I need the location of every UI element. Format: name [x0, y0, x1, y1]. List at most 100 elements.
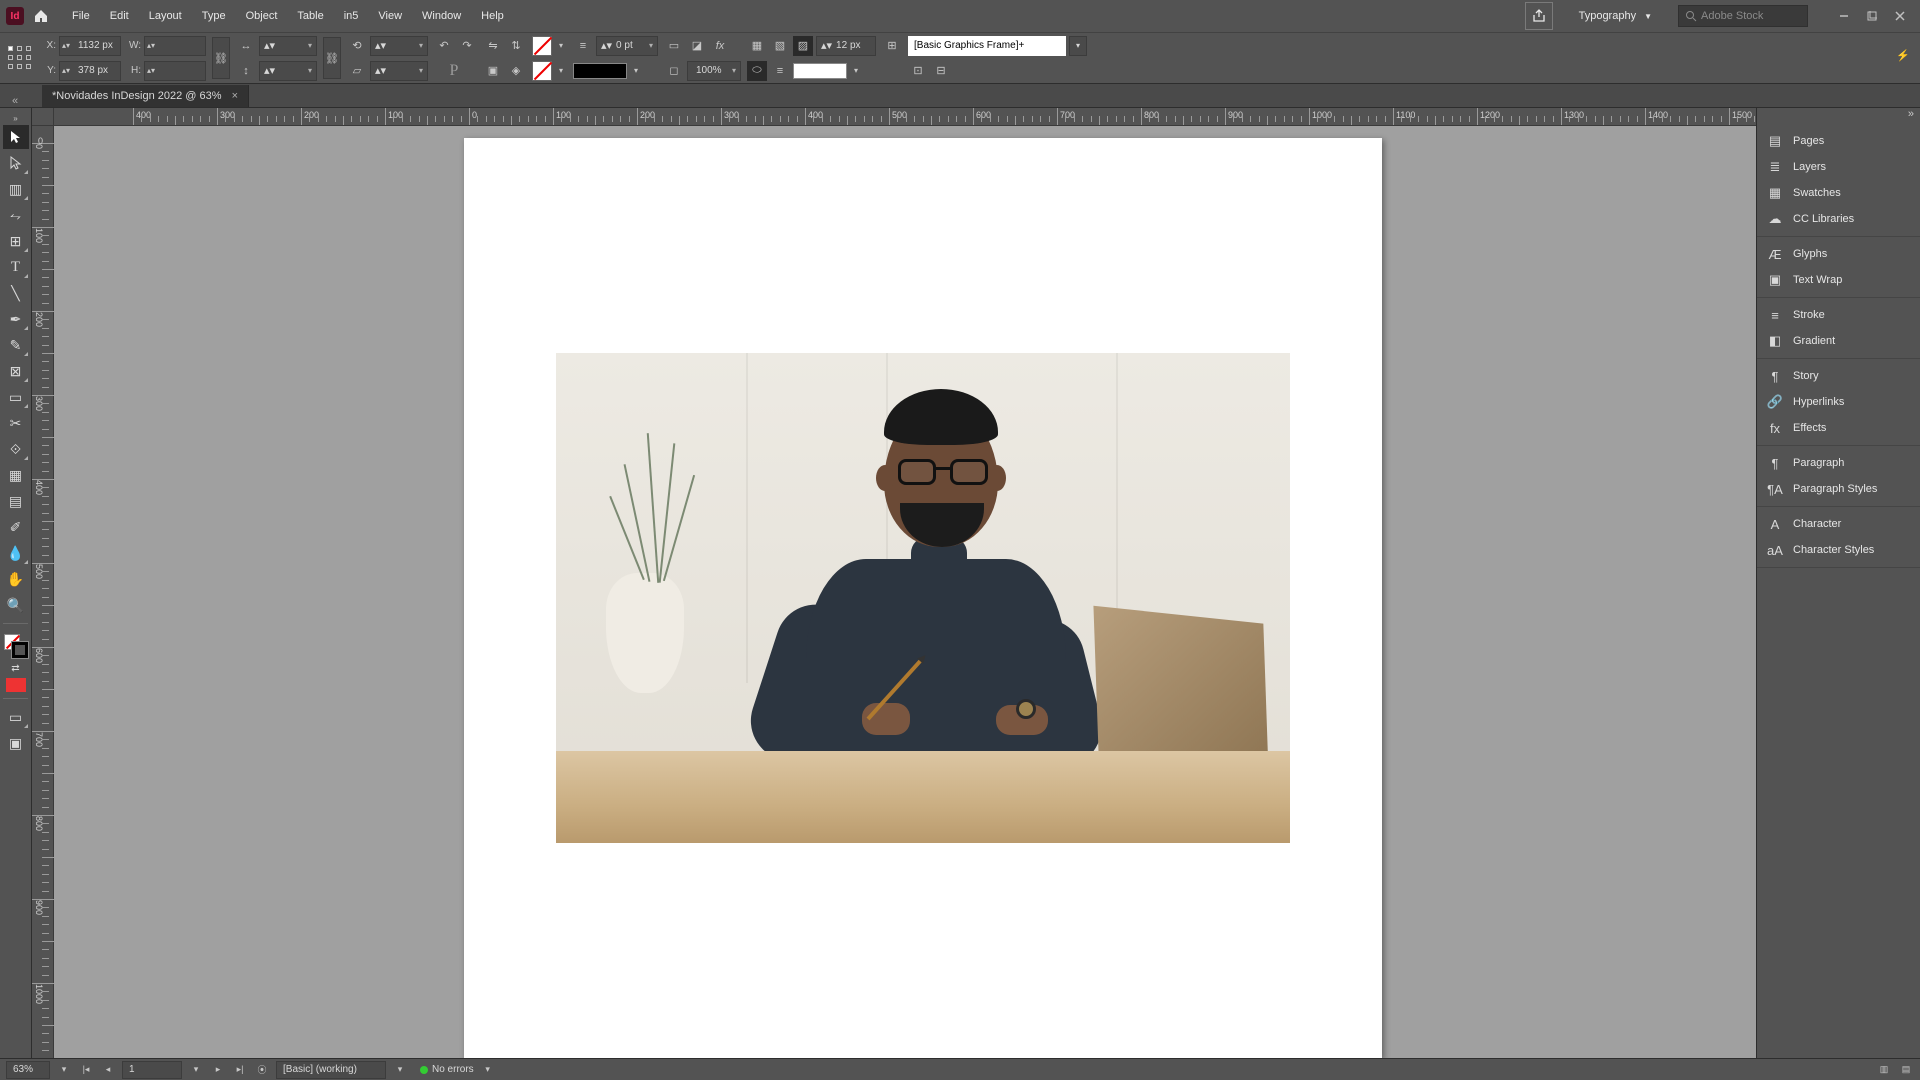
x-field[interactable]: ▴▾1132 px [59, 36, 121, 56]
panel-swatches[interactable]: ▦Swatches [1757, 180, 1920, 206]
gradient-feather-tool[interactable]: ▤ [3, 489, 29, 513]
scale-x-field[interactable]: ▴▾▾ [259, 36, 317, 56]
menu-layout[interactable]: Layout [139, 0, 192, 32]
share-icon[interactable] [1525, 2, 1553, 30]
panel-character-styles[interactable]: aACharacter Styles [1757, 537, 1920, 563]
gap-tool[interactable]: ⥊ [3, 203, 29, 227]
fx-icon[interactable]: fx [710, 36, 730, 56]
panel-layers[interactable]: ≣Layers [1757, 154, 1920, 180]
type-tool[interactable]: T [3, 255, 29, 279]
rotate-ccw-icon[interactable]: ↶ [434, 36, 454, 56]
preflight-dropdown-icon[interactable]: ▾ [480, 1062, 496, 1078]
fill-stroke-widget[interactable] [4, 634, 28, 658]
panel-glyphs[interactable]: ÆGlyphs [1757, 241, 1920, 267]
last-page-icon[interactable]: ▸| [232, 1062, 248, 1078]
profile-field[interactable]: [Basic] (working) [276, 1061, 386, 1079]
maximize-button[interactable] [1858, 5, 1886, 27]
selection-tool[interactable] [3, 125, 29, 149]
opacity-field[interactable]: 100%▾ [687, 61, 741, 81]
gradient-swatch-tool[interactable]: ▦ [3, 463, 29, 487]
constrain-wh-icon[interactable]: ⛓ [212, 37, 230, 79]
document-tab[interactable]: *Novidades InDesign 2022 @ 63% × [42, 85, 249, 107]
panel-paragraph-styles[interactable]: ¶AParagraph Styles [1757, 476, 1920, 502]
menu-in5[interactable]: in5 [334, 0, 369, 32]
shear-field[interactable]: ▴▾▾ [370, 61, 428, 81]
page-tool[interactable]: ▥ [3, 177, 29, 201]
stroke-style-icon[interactable] [573, 63, 627, 79]
prev-page-icon[interactable]: ◂ [100, 1062, 116, 1078]
align-area-icon[interactable]: ≡ [770, 61, 790, 81]
rectangle-frame-tool[interactable]: ⊠ [3, 359, 29, 383]
clear-transform-icon[interactable]: P [434, 61, 474, 81]
home-icon[interactable] [30, 5, 52, 27]
fill-dropdown-icon[interactable]: ▾ [555, 36, 567, 56]
wrap-bbox-icon[interactable]: ▧ [770, 36, 790, 56]
opacity-target-icon[interactable]: ◻ [664, 61, 684, 81]
stroke-dropdown-icon[interactable]: ▾ [555, 61, 567, 81]
corner-options-icon[interactable]: ⬭ [747, 61, 767, 81]
y-field[interactable]: ▴▾378 px [59, 61, 121, 81]
menu-window[interactable]: Window [412, 0, 471, 32]
first-page-icon[interactable]: |◂ [78, 1062, 94, 1078]
gradient-feather-dropdown-icon[interactable]: ▾ [850, 61, 862, 81]
menu-view[interactable]: View [368, 0, 412, 32]
tab-scroll-left-icon[interactable]: « [6, 95, 24, 107]
drop-shadow-icon[interactable]: ◪ [687, 36, 707, 56]
align-dialog-icon[interactable]: ⊞ [882, 36, 902, 56]
close-tab-icon[interactable]: × [232, 90, 238, 102]
zoom-field[interactable]: 63% [6, 1061, 50, 1079]
hand-tool[interactable]: ✋ [3, 567, 29, 591]
panel-character[interactable]: ACharacter [1757, 511, 1920, 537]
menu-edit[interactable]: Edit [100, 0, 139, 32]
vertical-ruler[interactable]: 01002003004005006007008009001000 [32, 126, 54, 1058]
eyedropper-tool[interactable]: 💧 [3, 541, 29, 565]
constrain-scale-icon[interactable]: ⛓ [323, 37, 341, 79]
page-dropdown-icon[interactable]: ▾ [188, 1062, 204, 1078]
select-container-icon[interactable]: ▣ [483, 61, 503, 81]
apply-color-icon[interactable] [6, 678, 26, 692]
open-nav-icon[interactable]: ⦿ [254, 1062, 270, 1078]
placed-image[interactable] [556, 353, 1290, 843]
rotate-cw-icon[interactable]: ↷ [457, 36, 477, 56]
page[interactable] [464, 138, 1382, 1058]
wrap-shape-icon[interactable]: ▨ [793, 36, 813, 56]
scissors-tool[interactable]: ✂ [3, 411, 29, 435]
free-transform-tool[interactable]: ⟐ [3, 437, 29, 461]
reference-point[interactable] [8, 46, 32, 70]
wrap-offset-field[interactable]: ▴▾12 px [816, 36, 876, 56]
swap-fill-stroke-icon[interactable]: ⇄ [3, 660, 29, 676]
view-switch-2-icon[interactable]: ▤ [1898, 1062, 1914, 1078]
panel-hyperlinks[interactable]: 🔗Hyperlinks [1757, 389, 1920, 415]
flip-h-icon[interactable]: ⇋ [483, 36, 503, 56]
minimize-button[interactable] [1830, 5, 1858, 27]
menu-table[interactable]: Table [287, 0, 333, 32]
pen-tool[interactable]: ✒ [3, 307, 29, 331]
workspace-switcher[interactable]: Typography ▼ [1567, 10, 1664, 22]
panel-gradient[interactable]: ◧Gradient [1757, 328, 1920, 354]
line-tool[interactable]: ╲ [3, 281, 29, 305]
view-switch-1-icon[interactable]: ▥ [1876, 1062, 1892, 1078]
menu-help[interactable]: Help [471, 0, 514, 32]
panel-collapse-icon[interactable]: » [1757, 108, 1920, 124]
panel-story[interactable]: ¶Story [1757, 363, 1920, 389]
panel-effects[interactable]: fxEffects [1757, 415, 1920, 441]
panel-text-wrap[interactable]: ▣Text Wrap [1757, 267, 1920, 293]
stroke-style-dropdown-icon[interactable]: ▾ [630, 61, 642, 81]
scale-y-field[interactable]: ▴▾▾ [259, 61, 317, 81]
h-field[interactable]: ▴▾ [144, 61, 206, 81]
select-content-icon[interactable]: ◈ [506, 61, 526, 81]
ruler-origin[interactable] [32, 108, 54, 126]
preflight-status[interactable]: No errors [420, 1064, 474, 1075]
search-stock[interactable]: Adobe Stock [1678, 5, 1808, 27]
panel-cc-libraries[interactable]: ☁CC Libraries [1757, 206, 1920, 232]
profile-dropdown-icon[interactable]: ▾ [392, 1062, 408, 1078]
auto-fit-icon[interactable]: ▭ [664, 36, 684, 56]
content-collector-tool[interactable]: ⊞ [3, 229, 29, 253]
close-button[interactable] [1886, 5, 1914, 27]
stroke-weight-field[interactable]: ▴▾0 pt▾ [596, 36, 658, 56]
fill-swatch-icon[interactable] [532, 36, 552, 56]
zoom-dropdown-icon[interactable]: ▾ [56, 1062, 72, 1078]
next-page-icon[interactable]: ▸ [210, 1062, 226, 1078]
wrap-none-icon[interactable]: ▦ [747, 36, 767, 56]
page-field[interactable]: 1 [122, 1061, 182, 1079]
